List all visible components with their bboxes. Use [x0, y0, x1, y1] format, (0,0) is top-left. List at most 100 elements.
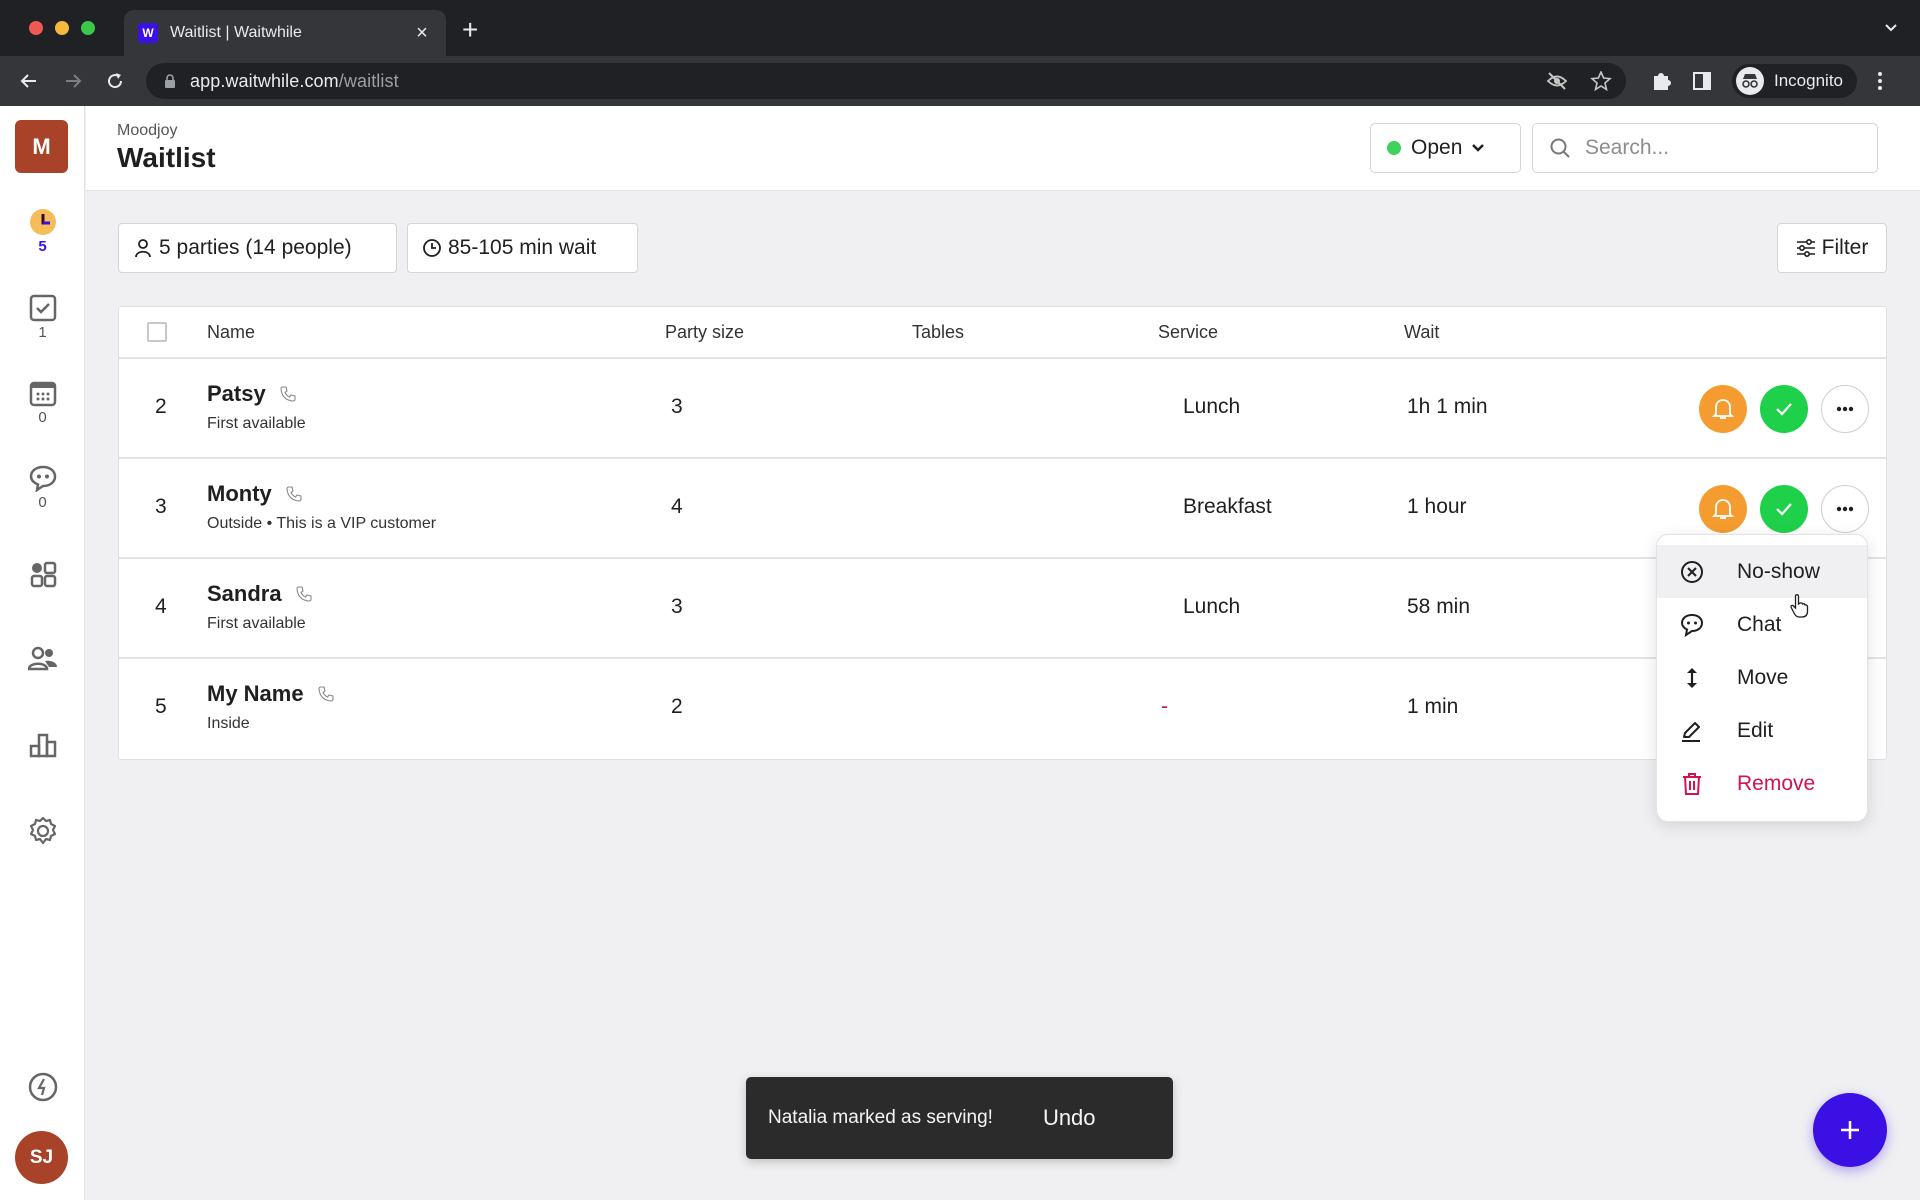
parties-summary-text: 5 parties (14 people): [159, 236, 352, 259]
sidebar-item-messages[interactable]: 0: [0, 464, 85, 511]
status-label: Open: [1411, 136, 1463, 159]
search-input[interactable]: [1585, 136, 1865, 160]
menu-item-label: Chat: [1737, 612, 1782, 636]
wait-time: 58 min: [1407, 595, 1471, 618]
wait-time: 1 hour: [1407, 495, 1467, 518]
user-avatar[interactable]: SJ: [15, 1131, 68, 1184]
guest-name[interactable]: My Name: [207, 681, 304, 707]
tab-search-chevron-icon[interactable]: [1884, 20, 1898, 34]
column-header-party-size[interactable]: Party size: [665, 322, 744, 343]
location-status-dropdown[interactable]: Open: [1370, 123, 1521, 173]
table-row[interactable]: 4 Sandra First available 3 Lunch 58 min: [119, 559, 1886, 659]
forward-button[interactable]: [60, 68, 86, 94]
phone-icon: [286, 486, 302, 502]
close-window-button[interactable]: [29, 21, 43, 35]
x-circle-icon: [1681, 560, 1703, 583]
sidebar-item-bookings[interactable]: 0: [0, 379, 85, 426]
serving-count: 1: [38, 324, 47, 341]
reload-button[interactable]: [102, 68, 128, 94]
reload-icon: [108, 73, 123, 89]
column-header-service[interactable]: Service: [1158, 322, 1218, 343]
guest-name[interactable]: Monty: [207, 481, 272, 507]
column-header-wait[interactable]: Wait: [1404, 322, 1439, 343]
chevron-down-icon: [1472, 144, 1485, 152]
address-bar[interactable]: app.waitwhile.com/waitlist: [146, 63, 1626, 99]
side-panel-icon[interactable]: [1692, 71, 1712, 91]
guest-name[interactable]: Sandra: [207, 581, 282, 607]
queue-position: 5: [155, 695, 167, 718]
menu-item-remove[interactable]: Remove: [1657, 757, 1867, 810]
more-actions-button[interactable]: [1821, 485, 1869, 533]
filter-button[interactable]: Filter: [1777, 223, 1887, 273]
notify-button[interactable]: [1699, 485, 1747, 533]
browser-tab[interactable]: W Waitlist | Waitwhile ×: [124, 10, 446, 56]
lock-icon: [165, 74, 175, 88]
check-icon: [1776, 503, 1792, 516]
person-icon: [135, 239, 151, 258]
back-button[interactable]: [16, 68, 42, 94]
sidebar-item-customers[interactable]: [0, 645, 85, 673]
table-row[interactable]: 3 Monty Outside • This is a VIP customer…: [119, 459, 1886, 559]
trash-icon: [1683, 772, 1701, 795]
bookmark-star-icon[interactable]: [1590, 71, 1612, 91]
chat-icon: [29, 465, 56, 492]
guest-name[interactable]: Patsy: [207, 381, 266, 407]
snackbar-toast: Natalia marked as serving! Undo: [746, 1077, 1173, 1159]
status-open-dot: [1387, 141, 1401, 155]
menu-item-chat[interactable]: Chat: [1657, 598, 1867, 651]
parties-summary-chip[interactable]: 5 parties (14 people): [118, 223, 397, 273]
notify-button[interactable]: [1699, 385, 1747, 433]
browser-toolbar: app.waitwhile.com/waitlist Incognito: [0, 56, 1920, 106]
check-icon: [1776, 403, 1792, 416]
sidebar-item-settings[interactable]: [0, 816, 85, 848]
sidebar-item-waitlist[interactable]: 5: [0, 208, 85, 255]
menu-item-no-show[interactable]: No-show: [1657, 545, 1867, 598]
serve-button[interactable]: [1760, 385, 1808, 433]
arrow-right-icon: [66, 74, 82, 88]
extensions-puzzle-icon[interactable]: [1650, 70, 1672, 92]
incognito-profile-button[interactable]: Incognito: [1732, 64, 1857, 98]
search-icon: [1550, 138, 1570, 158]
party-size: 3: [671, 595, 683, 618]
toast-message: Natalia marked as serving!: [768, 1107, 993, 1128]
more-actions-button[interactable]: [1821, 385, 1869, 433]
column-header-tables[interactable]: Tables: [912, 322, 964, 343]
more-horizontal-icon: [1836, 406, 1854, 412]
tab-title: Waitlist | Waitwhile: [170, 24, 302, 41]
bookings-count: 0: [38, 409, 47, 426]
wait-time: 1h 1 min: [1407, 395, 1488, 418]
menu-item-move[interactable]: Move: [1657, 651, 1867, 704]
undo-button[interactable]: Undo: [1043, 1105, 1096, 1131]
column-header-name[interactable]: Name: [207, 322, 255, 343]
select-all-checkbox[interactable]: [147, 322, 167, 342]
waitwhile-favicon-icon: W: [138, 23, 158, 43]
browser-menu-icon[interactable]: [1877, 70, 1883, 92]
wait-estimate-chip[interactable]: 85-105 min wait: [407, 223, 638, 273]
waitlist-count: 5: [38, 238, 47, 255]
close-tab-icon[interactable]: ×: [412, 22, 432, 45]
sidebar-item-serving[interactable]: 1: [0, 294, 85, 341]
sidebar-item-whats-new[interactable]: [0, 1072, 85, 1102]
sidebar-item-apps[interactable]: [0, 560, 85, 588]
serve-button[interactable]: [1760, 485, 1808, 533]
page-header: Moodjoy Waitlist Open: [86, 106, 1920, 191]
minimize-window-button[interactable]: [55, 21, 69, 35]
waitlist-table: Name Party size Tables Service Wait 2 Pa…: [118, 306, 1887, 760]
sidebar: M 5 1 0 0 SJ: [0, 106, 85, 1200]
menu-item-edit[interactable]: Edit: [1657, 704, 1867, 757]
search-field[interactable]: [1532, 123, 1878, 173]
phone-icon: [296, 586, 312, 602]
sidebar-item-analytics[interactable]: [0, 731, 85, 759]
add-visitor-button[interactable]: [1813, 1093, 1887, 1167]
table-row[interactable]: 5 My Name Inside 2 - 1 min: [119, 659, 1886, 759]
queue-position: 4: [155, 595, 167, 618]
org-switcher[interactable]: M: [15, 120, 68, 173]
eye-off-icon[interactable]: [1546, 71, 1568, 91]
new-tab-button[interactable]: +: [462, 16, 478, 44]
bell-icon: [1712, 399, 1734, 419]
maximize-window-button[interactable]: [81, 21, 95, 35]
guest-note: First available: [207, 415, 306, 432]
customers-icon: [27, 646, 57, 671]
analytics-icon: [29, 733, 56, 758]
table-row[interactable]: 2 Patsy First available 3 Lunch 1h 1 min: [119, 359, 1886, 459]
